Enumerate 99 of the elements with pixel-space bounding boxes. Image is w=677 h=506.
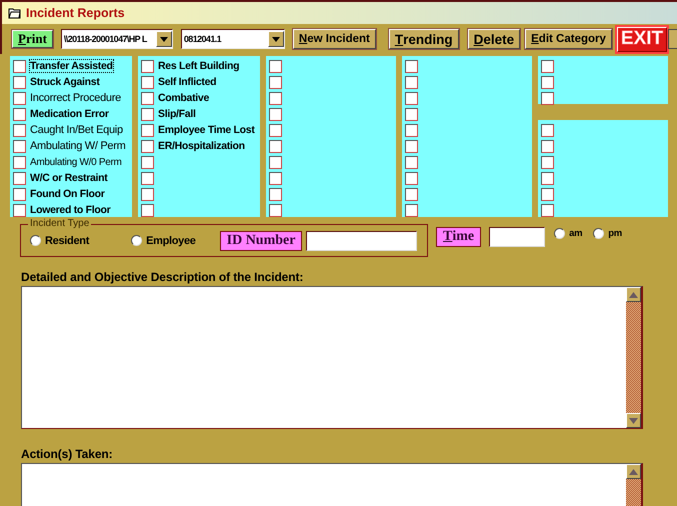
caret-icon	[272, 36, 280, 42]
checkbox[interactable]	[141, 92, 154, 104]
checkbox[interactable]	[541, 204, 554, 216]
checkbox[interactable]	[13, 140, 26, 152]
checkbox[interactable]	[13, 188, 26, 200]
radio-label: Resident	[45, 234, 90, 246]
checkbox-label: Incorrect Procedure	[30, 92, 121, 104]
checkbox[interactable]	[141, 108, 154, 120]
checkbox-label: Transfer Assisted	[30, 60, 113, 72]
checkbox[interactable]	[541, 76, 554, 88]
checkbox[interactable]	[13, 60, 26, 72]
checkbox[interactable]	[13, 92, 26, 104]
checkbox[interactable]	[13, 172, 26, 184]
checkbox[interactable]	[405, 140, 418, 152]
toolbar-button[interactable]: Edit Category	[525, 29, 612, 49]
checkbox-label: Ambulating W/ Perm	[30, 140, 126, 152]
radio-label: Employee	[146, 234, 196, 246]
checkbox[interactable]	[269, 156, 282, 168]
print-button[interactable]: Print	[12, 30, 53, 48]
checkbox[interactable]	[141, 76, 154, 88]
section-label: Action(s) Taken:	[21, 447, 114, 461]
checkbox[interactable]	[141, 60, 154, 72]
checkbox[interactable]	[141, 140, 154, 152]
checkbox[interactable]	[13, 108, 26, 120]
dropdown-field[interactable]: \\20118-20001047\HP L	[60, 29, 173, 49]
toolbar-button[interactable]: Delete	[468, 29, 520, 49]
scroll-down-icon[interactable]	[629, 418, 638, 424]
toolbar-button[interactable]: New Incident	[292, 29, 376, 49]
checkbox-label: Slip/Fall	[158, 108, 196, 120]
group-legend: Incident Type	[28, 218, 92, 230]
checkbox[interactable]	[13, 76, 26, 88]
checkbox[interactable]	[269, 188, 282, 200]
checkbox[interactable]	[405, 60, 418, 72]
time-field[interactable]	[489, 227, 546, 247]
checkbox[interactable]	[269, 124, 282, 136]
checkbox-label: Lowered to Floor	[30, 204, 110, 216]
checkbox[interactable]	[13, 124, 26, 136]
checkbox-label: Found On Floor	[30, 188, 105, 200]
checkbox[interactable]	[405, 172, 418, 184]
checkbox-label: Combative	[158, 92, 209, 104]
text-area[interactable]	[21, 463, 643, 506]
radio-button[interactable]	[30, 235, 41, 246]
id-number-label: ID Number	[220, 230, 302, 250]
toolbar-button[interactable]: Trending	[388, 29, 459, 49]
checkbox[interactable]	[13, 204, 26, 216]
radio-button[interactable]	[554, 228, 566, 239]
checkbox[interactable]	[405, 108, 418, 120]
dropdown-field[interactable]: 0812041.1	[180, 29, 285, 49]
checkbox[interactable]	[269, 76, 282, 88]
scrollbar[interactable]	[626, 464, 641, 506]
checkbox-label: Res Left Building	[158, 60, 240, 72]
checkbox[interactable]	[405, 188, 418, 200]
checkbox-label: Struck Against	[30, 76, 100, 88]
checkbox[interactable]	[13, 156, 26, 168]
checkbox[interactable]	[541, 60, 554, 72]
radio-label: am	[569, 228, 582, 239]
window-title: Incident Reports	[26, 6, 125, 20]
checkbox-label: W/C or Restraint	[30, 172, 108, 184]
checkbox[interactable]	[269, 172, 282, 184]
checkbox[interactable]	[269, 140, 282, 152]
checkbox[interactable]	[141, 172, 154, 184]
checkbox-label: ER/Hospitalization	[158, 140, 245, 152]
checkbox-label: Medication Error	[30, 108, 109, 120]
checkbox[interactable]	[405, 124, 418, 136]
checkbox[interactable]	[541, 156, 554, 168]
checkbox[interactable]	[269, 92, 282, 104]
checkbox[interactable]	[541, 188, 554, 200]
id-number-field[interactable]	[306, 230, 418, 250]
checkbox[interactable]	[541, 92, 554, 104]
checkbox[interactable]	[541, 172, 554, 184]
exit-button[interactable]: EXIT	[616, 26, 668, 52]
caret-icon	[160, 36, 168, 42]
checkbox[interactable]	[405, 92, 418, 104]
checkbox[interactable]	[141, 124, 154, 136]
time-label: Time	[436, 227, 482, 247]
checkbox[interactable]	[405, 156, 418, 168]
toolbar-button[interactable]	[668, 29, 677, 49]
checkbox[interactable]	[141, 204, 154, 216]
checkbox[interactable]	[405, 76, 418, 88]
radio-label: pm	[608, 228, 622, 239]
checkbox[interactable]	[141, 188, 154, 200]
radio-button[interactable]	[131, 235, 142, 246]
text-area[interactable]	[21, 286, 643, 429]
checkbox[interactable]	[405, 204, 418, 216]
checkbox-label: Caught In/Bet Equip	[30, 124, 123, 136]
scrollbar[interactable]	[626, 287, 641, 428]
scroll-up-icon[interactable]	[629, 468, 638, 474]
checkbox-label: Self Inflicted	[158, 76, 216, 88]
checkbox[interactable]	[269, 204, 282, 216]
checkbox-label: Ambulating W/0 Perm	[30, 156, 122, 168]
section-label: Detailed and Objective Description of the Incident:	[21, 270, 304, 284]
checkbox[interactable]	[541, 124, 554, 136]
checkbox[interactable]	[141, 156, 154, 168]
checkbox-label: Employee Time Lost	[158, 124, 255, 136]
checkbox[interactable]	[541, 140, 554, 152]
scroll-up-icon[interactable]	[629, 292, 638, 298]
checkbox[interactable]	[269, 108, 282, 120]
checkbox[interactable]	[269, 60, 282, 72]
radio-button[interactable]	[593, 228, 604, 239]
